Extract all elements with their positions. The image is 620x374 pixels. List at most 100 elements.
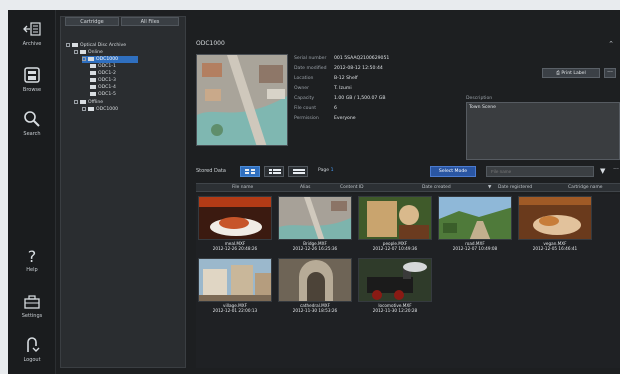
tree-node-child[interactable]: ODC1-4 [90,84,116,91]
tree-node-selected[interactable]: ODC1000 [82,56,138,63]
page-number[interactable]: 1 [331,168,334,173]
more-options-button[interactable]: ··· [604,68,616,78]
column-header[interactable]: Alias [300,185,310,190]
detail-view-button[interactable] [288,166,308,177]
file-date: 2012-12-07 10:49:08 [452,246,498,251]
column-header[interactable]: Date registered [498,185,532,190]
toolbox-icon [24,295,40,309]
nav-settings-label: Settings [21,313,43,319]
tree-node-online[interactable]: Online [74,49,103,56]
description-field[interactable]: Town Scene [466,102,620,160]
tree-node-child[interactable]: ODC1-5 [90,91,116,98]
tree-node-child[interactable]: ODC1-1 [90,63,116,70]
folder-icon [90,77,96,82]
file-thumbnail[interactable]: village.MXF 2012-12-01 22:00:13 [198,258,272,313]
column-header[interactable]: File name [232,185,253,190]
thumbnail-image [198,196,272,240]
main-panel: ODC1000 ⌃ Serial number 001 5SAAQ21006290… [190,34,620,368]
logout-icon [27,337,40,352]
thumbnail-image [358,196,432,240]
expand-icon [74,49,78,54]
help-icon: ? [27,247,37,266]
nav-browse[interactable]: Browse [8,66,56,93]
column-header[interactable]: Content ID [340,185,364,190]
file-date: 2012-12-01 22:00:13 [212,308,258,313]
file-date: 2012-12-07 10:49:36 [372,246,418,251]
tree-root-label: Optical Disc Archive [80,43,127,48]
nav-search[interactable]: Search [8,110,56,137]
toolbar-more-button[interactable]: ··· [610,166,620,177]
tree-child-label: ODC1-3 [98,78,116,83]
meta-value: 2012-08-12 12:50:44 [334,66,383,71]
meta-key: Serial number [294,56,327,61]
meta-key: Owner [294,86,309,91]
nav-logout[interactable]: Logout [8,336,56,363]
cartridge-title: ODC1000 [196,40,225,47]
tree-child-label: ODC1-2 [98,71,116,76]
file-date: 2012-11-30 18:53:26 [292,308,338,313]
thumbnail-image [198,258,272,302]
browse-icon [24,67,40,83]
column-header[interactable]: Date created [422,185,451,190]
nav-search-label: Search [23,131,41,137]
nav-logout-label: Logout [23,357,41,363]
print-label-text: Print Label [561,71,586,76]
tree-node-offline[interactable]: Offline [74,99,103,106]
file-thumbnail[interactable]: people.MXF 2012-12-07 10:49:36 [358,196,432,251]
file-thumbnail[interactable]: meal.MXF 2012-12-26 20:48:26 [198,196,272,251]
meta-value: 6 [334,106,337,111]
tree-node-root[interactable]: Optical Disc Archive [66,42,126,49]
print-label-button[interactable]: ⎙ Print Label [542,68,600,78]
nav-archive-label: Archive [22,41,42,47]
filter-funnel-icon[interactable]: ▼ [600,167,605,176]
drive-icon [80,99,86,104]
select-mode-button[interactable]: Select Mode [430,166,476,177]
tree-node-child[interactable]: ODC1-3 [90,77,116,84]
description-label: Description [466,96,493,101]
nav-help-label: Help [26,267,38,273]
folder-icon [90,84,96,89]
folder-icon [90,70,96,75]
sort-desc-icon: ▼ [488,185,492,190]
tree-child-label: ODC1-5 [98,92,116,97]
printer-icon: ⎙ [556,71,560,76]
cartridge-icon [88,106,94,111]
nav-help[interactable]: ? Help [8,247,56,274]
tab-all-files[interactable]: All Files [121,17,179,26]
tab-cartridge[interactable]: Cartridge [65,17,119,26]
tree-online-label: Online [88,50,103,55]
file-thumbnail[interactable]: cathedral.MXF 2012-11-30 18:53:26 [278,258,352,313]
nav-archive[interactable]: Archive [8,20,56,47]
file-thumbnail[interactable]: locomotive.MXF 2012-11-30 12:20:28 [358,258,432,313]
drive-icon [80,49,86,54]
file-thumbnail[interactable]: vegan.MXF 2012-12-05 16:46:41 [518,196,592,251]
file-filter-input[interactable] [486,166,594,177]
thumbnail-image [438,196,512,240]
list-view-button[interactable] [264,166,284,177]
disc-archive-icon [72,42,78,47]
thumbnail-view-button[interactable] [240,166,260,177]
stored-data-label: Stored Data [196,168,226,174]
expand-icon [66,42,70,47]
tree-node-child[interactable]: ODC1-2 [90,70,116,77]
meta-key: Date modified [294,66,327,71]
tree-child-label: ODC1-1 [98,64,116,69]
thumbnail-image [278,258,352,302]
column-header[interactable]: Cartridge name [568,185,602,190]
meta-value: T. Izumi [334,86,352,91]
search-icon [24,111,40,127]
meta-key: Location [294,76,314,81]
file-date: 2012-12-26 20:48:26 [212,246,258,251]
nav-settings[interactable]: Settings [8,294,56,319]
folder-icon [90,91,96,96]
collapse-chevron-icon[interactable]: ⌃ [608,40,614,48]
thumbnail-grid: meal.MXF 2012-12-26 20:48:26 Bridge.MXF … [196,194,620,368]
file-thumbnail[interactable]: road.MXF 2012-12-07 10:49:08 [438,196,512,251]
meta-value: 1.00 GB / 1,500.07 GB [334,96,386,101]
tree-node-offline-child[interactable]: ODC1000 [82,106,118,113]
tree-selected-label: ODC1000 [96,57,119,62]
column-header-row: File name Alias Content ID Date created … [196,183,620,192]
meta-key: Permission [294,116,319,121]
thumbnail-image [518,196,592,240]
file-thumbnail[interactable]: Bridge.MXF 2012-12-26 16:25:36 [278,196,352,251]
